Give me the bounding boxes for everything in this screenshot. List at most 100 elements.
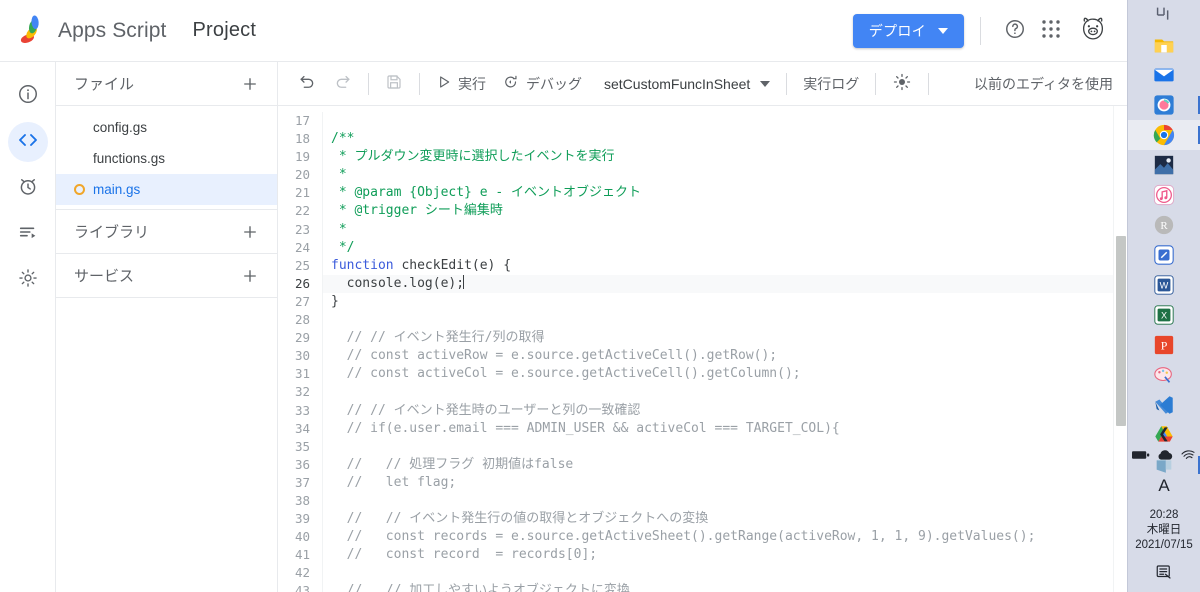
line-text[interactable]: * @param {Object} e - イベントオブジェクト xyxy=(322,184,1113,203)
line-text[interactable]: function checkEdit(e) { xyxy=(322,256,1113,275)
code-editor[interactable]: 17 18/** 19 * プルダウン変更時に選択したイベントを実行 20 * 21 *… xyxy=(278,106,1127,592)
account-avatar-button[interactable] xyxy=(1075,13,1111,49)
code-line[interactable]: 33 // // イベント発生時のユーザーと列の一致確認 xyxy=(278,401,1113,420)
taskbar-vscode-icon[interactable] xyxy=(1128,390,1200,420)
save-button[interactable] xyxy=(377,68,411,100)
legacy-editor-link[interactable]: 以前のエディタを使用 xyxy=(974,74,1113,94)
code-line[interactable]: 21 * @param {Object} e - イベントオブジェクト xyxy=(278,184,1113,203)
code-line[interactable]: 24 */ xyxy=(278,238,1113,257)
line-text[interactable]: // const record = records[0]; xyxy=(322,546,1113,565)
add-file-button[interactable] xyxy=(237,71,263,97)
line-text[interactable]: // const activeRow = e.source.getActiveC… xyxy=(322,347,1113,366)
add-service-button[interactable] xyxy=(237,263,263,289)
taskbar-excel-icon[interactable]: X xyxy=(1128,300,1200,330)
line-text[interactable]: // const records = e.source.getActiveShe… xyxy=(322,528,1113,547)
add-library-button[interactable] xyxy=(237,219,263,245)
line-text[interactable] xyxy=(322,491,1113,511)
run-button[interactable]: 実行 xyxy=(428,68,494,100)
code-line[interactable]: 30 // const activeRow = e.source.getActi… xyxy=(278,347,1113,366)
taskbar-picture-app-icon[interactable] xyxy=(1128,150,1200,180)
line-text[interactable]: console.log(e); xyxy=(322,274,1113,293)
code-line[interactable]: 17 xyxy=(278,112,1113,131)
taskbar-powerpoint-icon[interactable]: P xyxy=(1128,330,1200,360)
execution-log-button[interactable]: 実行ログ xyxy=(795,68,867,100)
line-text[interactable]: * xyxy=(322,166,1113,185)
code-line[interactable]: 28 xyxy=(278,311,1113,330)
code-line[interactable]: 31 // const activeCol = e.source.getActi… xyxy=(278,365,1113,384)
taskbar-paint-icon[interactable] xyxy=(1128,360,1200,390)
code-line[interactable]: 32 xyxy=(278,383,1113,402)
code-line[interactable]: 26 console.log(e); xyxy=(278,274,1113,293)
code-line[interactable]: 20 * xyxy=(278,166,1113,185)
chevron-left-icon[interactable]: ❮ xyxy=(1158,426,1170,440)
code-lines[interactable]: 17 18/** 19 * プルダウン変更時に選択したイベントを実行 20 * 21 *… xyxy=(278,106,1113,592)
line-text[interactable] xyxy=(322,112,1113,131)
taskbar-partial-window-icon[interactable] xyxy=(1128,0,1200,30)
code-vertical-scrollbar[interactable] xyxy=(1113,106,1127,592)
line-text[interactable]: // // 処理フラグ 初期値はfalse xyxy=(322,455,1113,474)
line-text[interactable]: * プルダウン変更時に選択したイベントを実行 xyxy=(322,148,1113,167)
code-line[interactable]: 25 function checkEdit(e) { xyxy=(278,256,1113,275)
line-text[interactable] xyxy=(322,311,1113,330)
code-line[interactable]: 41 // const record = records[0]; xyxy=(278,546,1113,565)
code-line[interactable]: 42 xyxy=(278,564,1113,583)
sidebar-item-overview[interactable] xyxy=(8,76,48,116)
line-text[interactable]: * @trigger シート編集時 xyxy=(322,202,1113,221)
taskbar-mail-icon[interactable] xyxy=(1128,60,1200,90)
taskbar-chrome-icon[interactable] xyxy=(1127,120,1200,150)
code-line[interactable]: 40 // const records = e.source.getActive… xyxy=(278,528,1113,547)
code-line[interactable]: 43 // // 加工しやすいようオブジェクトに変換 xyxy=(278,582,1113,592)
code-line[interactable]: 27} xyxy=(278,292,1113,312)
code-line[interactable]: 35 xyxy=(278,437,1113,456)
code-line[interactable]: 29 // // イベント発生行/列の取得 xyxy=(278,329,1113,348)
line-text[interactable] xyxy=(322,564,1113,583)
sidebar-item-executions[interactable] xyxy=(8,214,48,254)
file-item-main[interactable]: main.gs xyxy=(56,174,277,205)
line-text[interactable]: * xyxy=(322,220,1113,239)
code-line[interactable]: 36 // // 処理フラグ 初期値はfalse xyxy=(278,455,1113,474)
code-line[interactable]: 19 * プルダウン変更時に選択したイベントを実行 xyxy=(278,148,1113,167)
undo-button[interactable] xyxy=(290,68,325,100)
file-item-functions[interactable]: functions.gs xyxy=(56,143,277,174)
line-text[interactable] xyxy=(322,437,1113,456)
redo-button[interactable] xyxy=(325,68,360,100)
cloud-icon[interactable] xyxy=(1157,448,1173,466)
taskbar-itunes-icon[interactable] xyxy=(1128,180,1200,210)
ime-indicator[interactable]: A xyxy=(1158,476,1169,496)
line-text[interactable]: // // イベント発生行の値の取得とオブジェクトへの変換 xyxy=(322,510,1113,529)
sidebar-item-triggers[interactable] xyxy=(8,168,48,208)
sidebar-item-settings[interactable] xyxy=(8,260,48,300)
taskbar-blue-app-icon[interactable] xyxy=(1128,240,1200,270)
file-item-config[interactable]: config.gs xyxy=(56,112,277,143)
line-text[interactable]: /** xyxy=(322,130,1113,149)
line-text[interactable]: // if(e.user.email === ADMIN_USER && act… xyxy=(322,419,1113,438)
line-text[interactable]: // let flag; xyxy=(322,473,1113,492)
wifi-icon[interactable] xyxy=(1180,448,1196,466)
line-text[interactable]: */ xyxy=(322,238,1113,257)
taskbar-r-app-icon[interactable]: R xyxy=(1128,210,1200,240)
code-line[interactable]: 22 * @trigger シート編集時 xyxy=(278,202,1113,221)
brand[interactable]: Apps Script xyxy=(14,14,166,48)
taskbar-photos-icon[interactable] xyxy=(1128,90,1200,120)
code-line[interactable]: 34 // if(e.user.email === ADMIN_USER && … xyxy=(278,419,1113,438)
clock[interactable]: 20:28 木曜日 2021/07/15 xyxy=(1135,508,1193,553)
line-text[interactable]: // // イベント発生行/列の取得 xyxy=(322,329,1113,348)
code-line[interactable]: 37 // let flag; xyxy=(278,473,1113,492)
code-line[interactable]: 39 // // イベント発生行の値の取得とオブジェクトへの変換 xyxy=(278,510,1113,529)
code-line[interactable]: 18 /** xyxy=(278,130,1113,149)
debug-button[interactable]: デバッグ xyxy=(494,68,590,100)
code-line[interactable]: 38 xyxy=(278,491,1113,511)
google-apps-button[interactable] xyxy=(1033,13,1069,49)
battery-icon[interactable] xyxy=(1132,448,1150,466)
help-button[interactable] xyxy=(997,13,1033,49)
taskbar-file-explorer-icon[interactable] xyxy=(1128,30,1200,60)
line-text[interactable]: // // 加工しやすいようオブジェクトに変換 xyxy=(322,582,1113,592)
sidebar-item-editor[interactable] xyxy=(7,122,48,162)
taskbar-word-icon[interactable]: W xyxy=(1128,270,1200,300)
line-text[interactable]: // const activeCol = e.source.getActiveC… xyxy=(322,365,1113,384)
code-line[interactable]: 23 * xyxy=(278,220,1113,239)
project-title[interactable]: Project xyxy=(192,19,256,42)
function-select[interactable]: setCustomFuncInSheet xyxy=(596,68,778,100)
line-text[interactable]: // // イベント発生時のユーザーと列の一致確認 xyxy=(322,401,1113,420)
theme-toggle-button[interactable] xyxy=(884,68,920,100)
